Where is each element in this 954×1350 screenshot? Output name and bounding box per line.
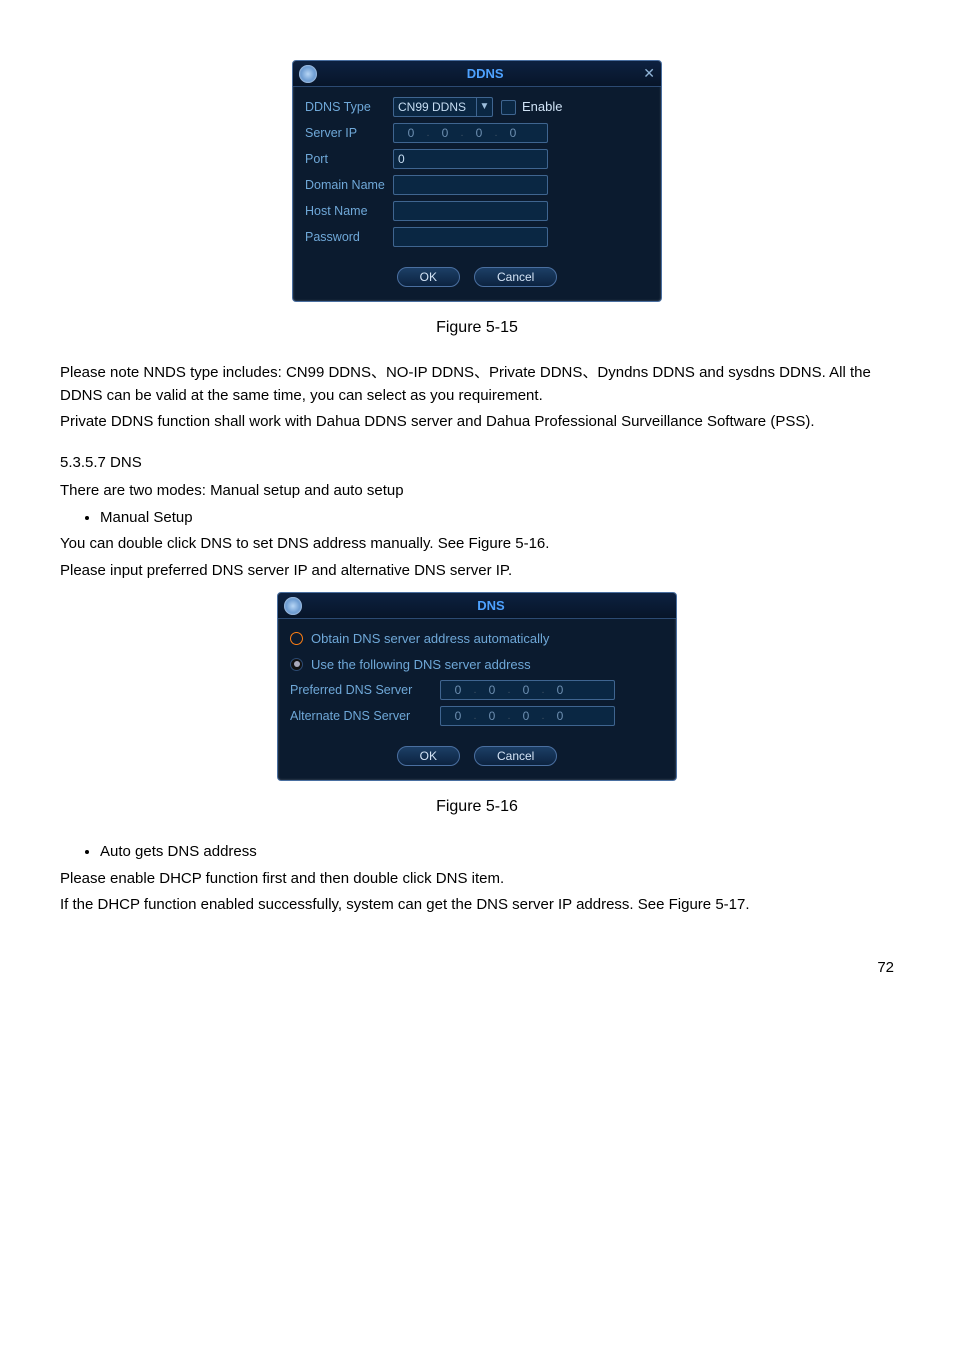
chevron-down-icon: ▼ [476,98,492,116]
ddns-type-select[interactable]: CN99 DDNS ▼ [393,97,493,117]
figure-caption-1: Figure 5-15 [60,316,894,340]
list-item: Manual Setup [100,507,894,530]
host-input[interactable] [393,201,548,221]
paragraph: Please note NNDS type includes: CN99 DDN… [60,362,894,407]
port-label: Port [305,150,393,169]
radio-auto-row[interactable]: Obtain DNS server address automatically [290,629,664,649]
dns-dialog: DNS Obtain DNS server address automatica… [277,592,677,781]
alternate-dns-label: Alternate DNS Server [290,707,440,726]
page-number: 72 [60,957,894,980]
password-label: Password [305,228,393,247]
list-item: Auto gets DNS address [100,841,894,864]
paragraph: Please input preferred DNS server IP and… [60,560,894,583]
ok-button[interactable]: OK [397,746,460,766]
enable-label: Enable [522,97,562,117]
paragraph: There are two modes: Manual setup and au… [60,480,894,503]
close-icon[interactable]: ✕ [643,63,655,84]
ddns-dialog: DDNS ✕ DDNS Type CN99 DDNS ▼ Enable Serv… [292,60,662,302]
paragraph: You can double click DNS to set DNS addr… [60,533,894,556]
window-icon [299,65,317,83]
radio-unselected-icon [290,632,303,645]
preferred-dns-input[interactable]: 0. 0. 0. 0 [440,680,615,700]
server-ip-label: Server IP [305,124,393,143]
window-icon [284,597,302,615]
paragraph: Private DDNS function shall work with Da… [60,411,894,434]
ok-button[interactable]: OK [397,267,460,287]
radio-selected-icon [290,658,303,671]
ddns-title: DDNS [327,64,643,84]
domain-label: Domain Name [305,176,393,195]
preferred-dns-label: Preferred DNS Server [290,681,440,700]
radio-auto-label: Obtain DNS server address automatically [311,629,549,649]
domain-input[interactable] [393,175,548,195]
server-ip-input[interactable]: 0. 0. 0. 0 [393,123,548,143]
cancel-button[interactable]: Cancel [474,267,557,287]
radio-manual-row[interactable]: Use the following DNS server address [290,655,664,675]
figure-caption-2: Figure 5-16 [60,795,894,819]
alternate-dns-input[interactable]: 0. 0. 0. 0 [440,706,615,726]
password-input[interactable] [393,227,548,247]
dns-titlebar: DNS [278,593,676,619]
port-input[interactable] [393,149,548,169]
host-label: Host Name [305,202,393,221]
section-heading: 5.3.5.7 DNS [60,452,894,475]
paragraph: If the DHCP function enabled successfull… [60,894,894,917]
paragraph: Please enable DHCP function first and th… [60,868,894,891]
cancel-button[interactable]: Cancel [474,746,557,766]
dns-title: DNS [312,596,670,616]
ddns-type-label: DDNS Type [305,98,393,117]
ddns-titlebar: DDNS ✕ [293,61,661,87]
enable-checkbox[interactable] [501,100,516,115]
radio-manual-label: Use the following DNS server address [311,655,531,675]
